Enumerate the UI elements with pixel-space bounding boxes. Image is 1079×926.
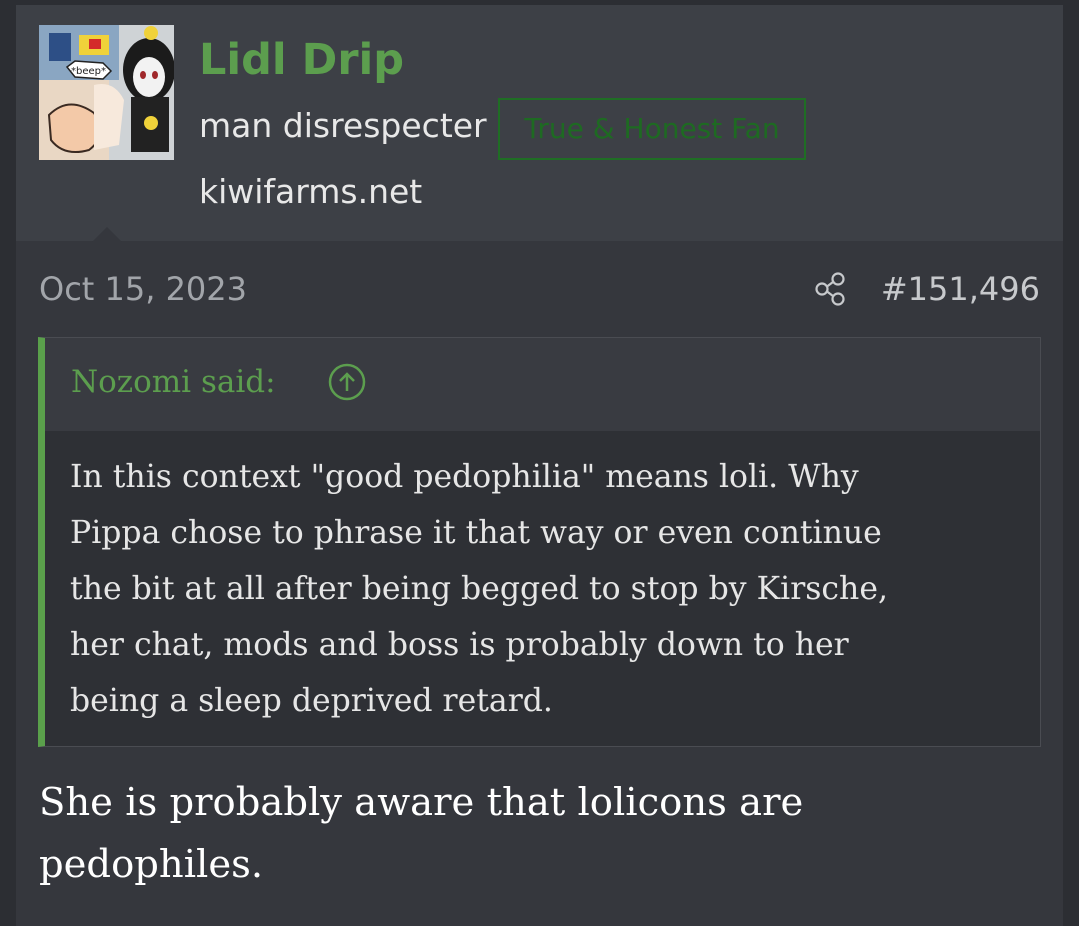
- post-body-line: She is probably aware that lolicons are: [39, 780, 804, 825]
- avatar[interactable]: *beep*: [39, 25, 174, 160]
- post-body: She is probably aware that lolicons are …: [39, 772, 1039, 896]
- user-site: kiwifarms.net: [199, 172, 423, 211]
- share-icon[interactable]: [813, 271, 849, 307]
- quote-block: Nozomi said: In this context "good pedop…: [38, 337, 1041, 747]
- avatar-image: [39, 25, 174, 160]
- header-arrow: [92, 227, 122, 242]
- post-date[interactable]: Oct 15, 2023: [39, 270, 247, 308]
- avatar-caption: *beep*: [71, 66, 106, 77]
- user-header: *beep* Lidl Drip man disrespecter True &…: [16, 5, 1063, 242]
- username[interactable]: Lidl Drip: [199, 35, 404, 85]
- quote-line: In this context "good pedophilia" means …: [70, 459, 859, 495]
- post-body-line: pedophiles.: [39, 842, 264, 887]
- post-number-link[interactable]: #151,496: [881, 270, 1040, 308]
- user-title: man disrespecter: [199, 106, 487, 145]
- user-banner: True & Honest Fan: [498, 98, 806, 160]
- quote-line: the bit at all after being begged to sto…: [70, 571, 889, 607]
- quote-header: Nozomi said:: [45, 338, 1040, 431]
- quote-line: her chat, mods and boss is probably down…: [70, 627, 849, 663]
- quote-line: being a sleep deprived retard.: [70, 683, 553, 719]
- arrow-up-circle-icon[interactable]: [327, 362, 367, 402]
- quote-author[interactable]: Nozomi said:: [71, 364, 276, 400]
- quote-body: In this context "good pedophilia" means …: [70, 449, 1030, 729]
- forum-post: *beep* Lidl Drip man disrespecter True &…: [16, 5, 1063, 926]
- quote-line: Pippa chose to phrase it that way or eve…: [70, 515, 882, 551]
